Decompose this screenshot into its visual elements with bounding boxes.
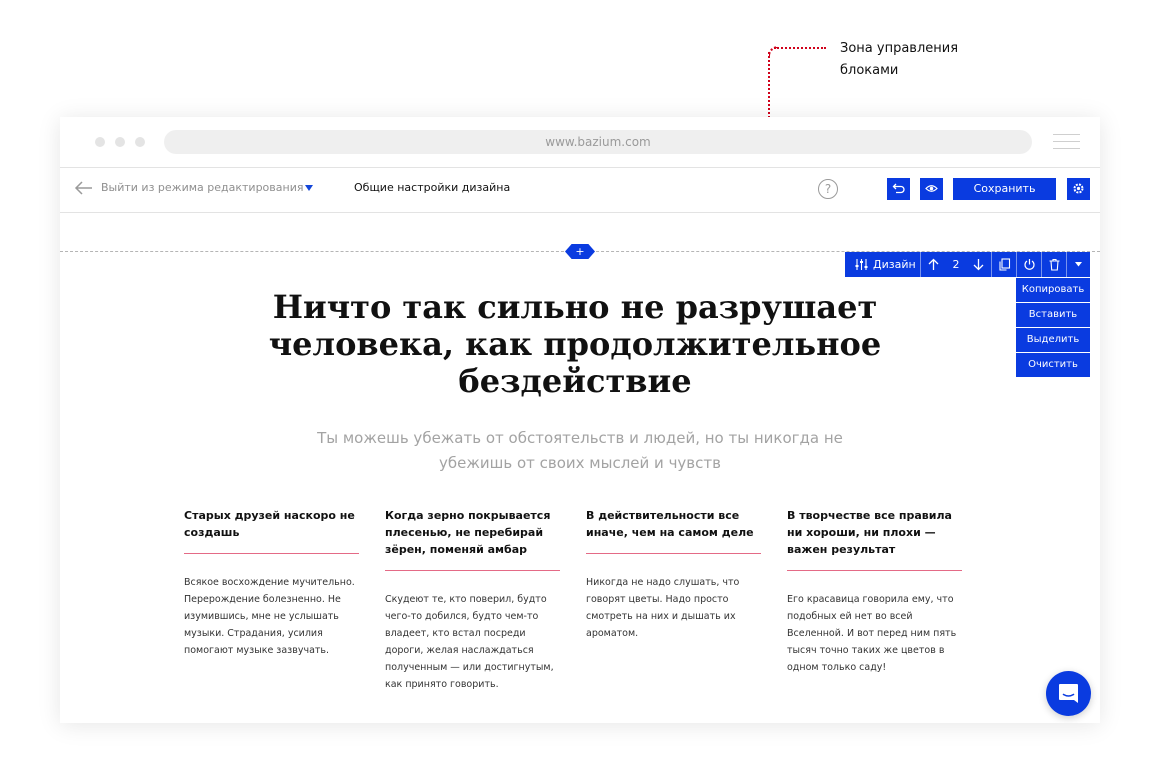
window-dot-icon <box>115 137 125 147</box>
delete-button[interactable] <box>1042 252 1067 277</box>
page-subtitle[interactable]: Ты можешь убежать от обстоятельств и люд… <box>300 426 860 476</box>
feature-title[interactable]: В действительности все иначе, чем на сам… <box>586 507 761 541</box>
duplicate-button[interactable] <box>992 252 1017 277</box>
exit-edit-mode-link[interactable]: Выйти из режима редактирования <box>101 181 303 194</box>
annotation-leader-top <box>774 47 826 49</box>
feature-divider <box>385 570 560 571</box>
add-block-button[interactable]: + <box>565 244 595 259</box>
menu-item-select[interactable]: Выделить <box>1016 328 1090 352</box>
feature-divider <box>184 553 359 554</box>
copy-icon <box>999 258 1011 271</box>
annotation-label: Зона управления блоками <box>840 41 959 78</box>
feature-title[interactable]: Старых друзей наскоро не создашь <box>184 507 359 541</box>
arrow-up-icon <box>928 258 939 270</box>
eye-icon <box>925 185 938 192</box>
feature-divider <box>586 553 761 554</box>
feature-column: В действительности все иначе, чем на сам… <box>586 507 761 642</box>
toggle-visibility-button[interactable] <box>1017 252 1042 277</box>
browser-window: www.bazium.com Выйти из режима редактиро… <box>60 117 1100 723</box>
feature-title[interactable]: Когда зерно покрывается плесенью, не пер… <box>385 507 560 558</box>
feature-column: Когда зерно покрывается плесенью, не пер… <box>385 507 560 693</box>
block-toolbar: Дизайн 2 <box>845 252 1090 277</box>
dropdown-caret-icon[interactable] <box>305 185 313 191</box>
more-options-button[interactable] <box>1067 252 1090 277</box>
menu-item-paste[interactable]: Вставить <box>1016 303 1090 327</box>
design-button[interactable]: Дизайн <box>845 252 921 277</box>
address-bar[interactable]: www.bazium.com <box>164 130 1032 154</box>
page-headline[interactable]: Ничто так сильно не разрушает человека, … <box>250 289 900 400</box>
browser-bar: www.bazium.com <box>60 117 1100 168</box>
move-down-button[interactable] <box>966 252 992 277</box>
help-icon[interactable]: ? <box>818 179 838 199</box>
undo-icon <box>892 183 905 194</box>
design-button-label: Дизайн <box>873 258 916 271</box>
menu-item-copy[interactable]: Копировать <box>1016 278 1090 302</box>
undo-button[interactable] <box>887 178 910 200</box>
block-position: 2 <box>952 258 960 271</box>
feature-column: В творчестве все правила ни хороши, ни п… <box>787 507 962 676</box>
feature-text[interactable]: Скудеют те, кто поверил, будто чего-то д… <box>385 591 560 693</box>
settings-button[interactable] <box>1067 178 1090 200</box>
sliders-icon <box>855 259 868 270</box>
feature-column: Старых друзей наскоро не создашь Всякое … <box>184 507 359 659</box>
power-icon <box>1024 259 1035 270</box>
menu-item-clear[interactable]: Очистить <box>1016 353 1090 377</box>
menu-icon[interactable] <box>1053 134 1080 150</box>
gear-icon <box>1073 183 1084 194</box>
feature-divider <box>787 570 962 571</box>
back-arrow-icon[interactable] <box>74 180 94 196</box>
feature-text[interactable]: Его красавица говорила ему, что подобных… <box>787 591 962 676</box>
chevron-down-icon <box>1075 262 1082 267</box>
feature-text[interactable]: Никогда не надо слушать, что говорят цве… <box>586 574 761 642</box>
chat-icon <box>1059 684 1078 703</box>
window-dot-icon <box>95 137 105 147</box>
feature-title[interactable]: В творчестве все правила ни хороши, ни п… <box>787 507 962 558</box>
preview-button[interactable] <box>920 178 943 200</box>
window-dot-icon <box>135 137 145 147</box>
trash-icon <box>1049 258 1060 271</box>
design-settings-link[interactable]: Общие настройки дизайна <box>354 181 510 194</box>
feature-text[interactable]: Всякое восхождение мучительно. Перерожде… <box>184 574 359 659</box>
chat-button[interactable] <box>1046 671 1091 716</box>
editor-toolbar: Выйти из режима редактирования Общие нас… <box>60 168 1100 213</box>
save-button[interactable]: Сохранить <box>953 178 1056 200</box>
move-up-button[interactable] <box>921 252 946 277</box>
block-options-menu: Копировать Вставить Выделить Очистить <box>1016 278 1090 378</box>
arrow-down-icon <box>973 259 984 271</box>
